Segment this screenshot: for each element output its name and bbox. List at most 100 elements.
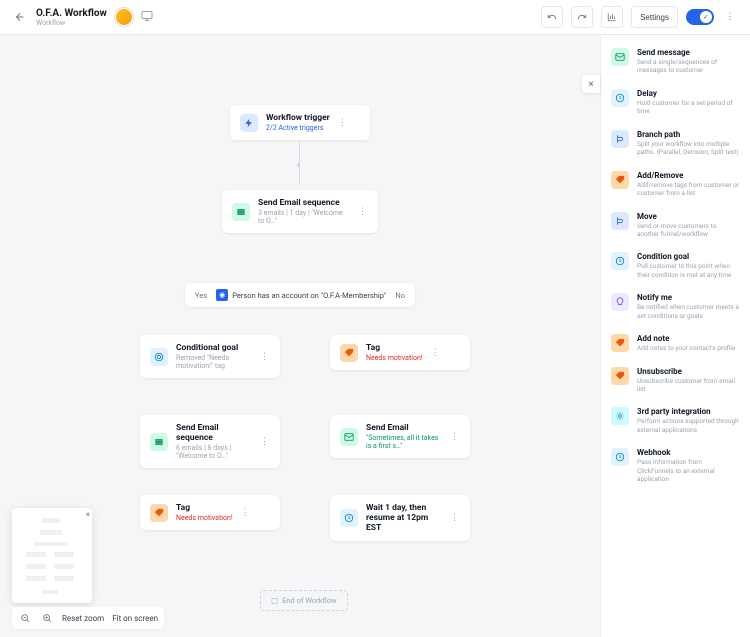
node-subtitle: Needs motivation! (176, 514, 233, 522)
node-menu-icon[interactable]: ⋮ (450, 513, 460, 523)
tag-icon (340, 344, 358, 362)
action-icon (611, 212, 629, 230)
action-title: Unsubscribe (637, 367, 740, 376)
actions-sidebar: Send messageSend a single/sequences of m… (600, 35, 750, 637)
mail-icon (340, 428, 358, 446)
no-label: No (395, 291, 405, 300)
action-title: Notify me (637, 293, 740, 302)
title-block: O.F.A. Workflow Workflow (36, 8, 107, 27)
workflow-canvas[interactable]: Workflow trigger 2/2 Active triggers ⋮ S… (0, 35, 600, 637)
node-menu-icon[interactable]: ⋮ (241, 508, 251, 518)
send-email-node[interactable]: Send Email "Sometimes, all it takes is a… (330, 415, 470, 458)
node-subtitle: 3 emails | 1 day | "Welcome to O…" (258, 209, 350, 225)
email-sequence-node[interactable]: Send Email sequence 3 emails | 1 day | "… (222, 190, 378, 233)
action-title: Webhook (637, 448, 740, 457)
node-title: Workflow trigger (266, 113, 330, 123)
node-title: Tag (176, 503, 233, 513)
action-icon (611, 48, 629, 66)
mail-stack-icon (150, 433, 168, 451)
action-title: Add note (637, 334, 735, 343)
action-item-unsubscribe[interactable]: UnsubscribeUnsubscribe customer from ema… (601, 360, 750, 401)
node-title: Tag (366, 343, 423, 353)
node-title: Send Email sequence (258, 198, 350, 208)
node-title: Send Email (366, 423, 442, 433)
action-item-add-remove[interactable]: Add/RemoveAdd/remove tags from customer … (601, 164, 750, 205)
analytics-button[interactable] (601, 6, 623, 28)
node-title: Send Email sequence (176, 423, 252, 443)
node-subtitle: Removed "Needs motivation!" tag (176, 354, 252, 370)
node-menu-icon[interactable]: ⋮ (450, 432, 460, 442)
header: O.F.A. Workflow Workflow Settings ⋮ (0, 0, 750, 35)
monitor-icon[interactable] (141, 10, 155, 24)
zoom-controls: Reset zoom Fit on screen (12, 607, 164, 629)
tag-node[interactable]: Tag Needs motivation! ⋮ (330, 335, 470, 370)
action-item-notify-me[interactable]: Notify meBe notified when customer meets… (601, 286, 750, 327)
node-title: Wait 1 day, then resume at 12pm EST (366, 503, 442, 533)
action-icon (611, 252, 629, 270)
goal-icon (150, 348, 168, 366)
page-title: O.F.A. Workflow (36, 8, 107, 19)
settings-button[interactable]: Settings (631, 6, 678, 28)
action-item-delay[interactable]: DelayHold customer for a set period of t… (601, 82, 750, 123)
action-item-3rd-party-integration[interactable]: 3rd party integrationPerform actions sup… (601, 400, 750, 441)
tag-icon (150, 504, 168, 522)
active-toggle[interactable] (686, 9, 714, 25)
zoom-in-icon[interactable] (40, 611, 54, 625)
action-icon (611, 130, 629, 148)
tag-node-2[interactable]: Tag Needs motivation! ⋮ (140, 495, 280, 530)
more-menu-icon[interactable]: ⋮ (722, 9, 738, 25)
node-subtitle: Needs motivation! (366, 354, 423, 362)
node-menu-icon[interactable]: ⋮ (260, 352, 270, 362)
node-menu-icon[interactable]: ⋮ (358, 207, 368, 217)
action-desc: Hold customer for a set period of time (637, 99, 740, 116)
node-title: Conditional goal (176, 343, 252, 353)
page-subtitle: Workflow (36, 19, 107, 27)
action-item-send-message[interactable]: Send messageSend a single/sequences of m… (601, 41, 750, 82)
wait-node[interactable]: Wait 1 day, then resume at 12pm EST ⋮ (330, 495, 470, 541)
undo-button[interactable] (541, 6, 563, 28)
avatar[interactable] (115, 8, 133, 26)
conditional-goal-node[interactable]: Conditional goal Removed "Needs motivati… (140, 335, 280, 378)
condition-text: Person has an account on "O.F.A-Membersh… (232, 291, 386, 300)
action-item-condition-goal[interactable]: Condition goalPull customer to this poin… (601, 245, 750, 286)
action-icon (611, 334, 629, 352)
action-icon (611, 89, 629, 107)
action-item-webhook[interactable]: WebhookPass information from ClickFunnel… (601, 441, 750, 490)
reset-zoom-button[interactable]: Reset zoom (62, 614, 104, 623)
action-icon (611, 171, 629, 189)
person-icon: ◉ (216, 289, 228, 301)
redo-button[interactable] (571, 6, 593, 28)
action-desc: Pass information from ClickFunnels to an… (637, 458, 740, 483)
minimap[interactable]: × (12, 508, 92, 603)
action-item-add-note[interactable]: Add noteAdd notes to your contact's prof… (601, 327, 750, 359)
action-title: Branch path (637, 130, 740, 139)
clock-icon (340, 509, 358, 527)
action-item-branch-path[interactable]: Branch pathSplit your workflow into mult… (601, 123, 750, 164)
zoom-out-icon[interactable] (18, 611, 32, 625)
workflow-trigger-node[interactable]: Workflow trigger 2/2 Active triggers ⋮ (230, 105, 370, 140)
node-menu-icon[interactable]: ⋮ (431, 348, 441, 358)
action-icon (611, 293, 629, 311)
action-desc: Split your workflow into multiple paths.… (637, 140, 740, 157)
action-desc: Pull customer to this point when their c… (637, 262, 740, 279)
action-title: 3rd party integration (637, 407, 740, 416)
action-icon (611, 407, 629, 425)
close-panel-button[interactable]: × (582, 75, 600, 93)
action-item-move[interactable]: MoveSend or move customers to another fu… (601, 205, 750, 246)
node-menu-icon[interactable]: ⋮ (338, 118, 348, 128)
action-title: Move (637, 212, 740, 221)
fit-screen-button[interactable]: Fit on screen (112, 614, 158, 623)
back-arrow-icon[interactable] (12, 9, 28, 25)
action-desc: Add notes to your contact's profile (637, 344, 735, 352)
condition-node[interactable]: Yes ◉ Person has an account on "O.F.A-Me… (185, 283, 415, 307)
action-desc: Perform actions supported through extern… (637, 417, 740, 434)
action-icon (611, 448, 629, 466)
action-icon (611, 367, 629, 385)
minimap-close-icon[interactable]: × (86, 510, 90, 519)
node-menu-icon[interactable]: ⋮ (260, 437, 270, 447)
action-desc: Send or move customers to another funnel… (637, 222, 740, 239)
email-sequence-node-2[interactable]: Send Email sequence 6 emails | 6 days | … (140, 415, 280, 468)
node-subtitle: 2/2 Active triggers (266, 124, 330, 132)
mail-stack-icon (232, 203, 250, 221)
action-title: Delay (637, 89, 740, 98)
